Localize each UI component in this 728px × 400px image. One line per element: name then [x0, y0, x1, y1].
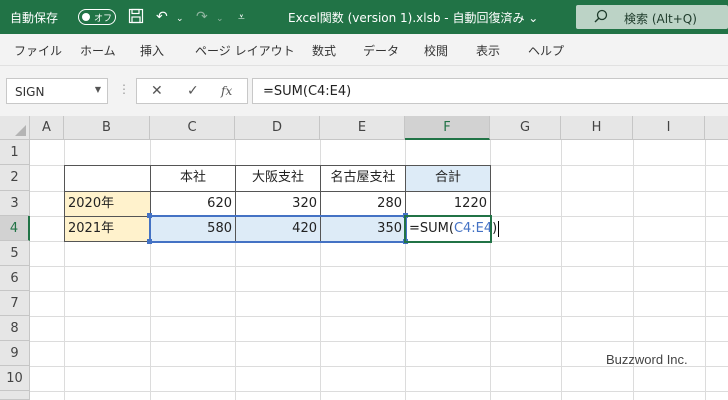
column-header-b[interactable]: B — [64, 116, 150, 140]
row-header-4[interactable]: 4 — [0, 216, 30, 241]
redo-icon[interactable]: ↷ — [196, 8, 208, 26]
save-icon[interactable] — [128, 8, 144, 29]
row-header-3[interactable]: 3 — [0, 191, 30, 216]
toggle-knob — [82, 13, 90, 21]
column-header-e[interactable]: E — [320, 116, 405, 140]
formula-suffix: ) — [492, 221, 498, 236]
cell-b3[interactable]: 2020年 — [65, 192, 150, 216]
column-header-f[interactable]: F — [405, 116, 490, 140]
row-header-7[interactable]: 7 — [0, 291, 30, 316]
row-header-2[interactable]: 2 — [0, 165, 30, 191]
undo-icon[interactable]: ↶ — [156, 8, 168, 26]
cell-b2[interactable] — [65, 166, 150, 191]
formula-text: =SUM(C4:E4) — [263, 84, 352, 99]
row-header-5[interactable]: 5 — [0, 241, 30, 266]
formula-range-ref: C4:E4 — [453, 221, 493, 236]
cell-f2[interactable]: 合計 — [406, 166, 490, 191]
tab-insert[interactable]: 挿入 — [140, 42, 164, 59]
search-icon — [594, 9, 608, 27]
cell-c4[interactable]: 580 — [151, 217, 235, 241]
formula-input[interactable]: =SUM(C4:E4) — [252, 78, 728, 104]
cell-e4[interactable]: 350 — [321, 217, 405, 241]
range-handle[interactable] — [147, 213, 152, 218]
cell-c3[interactable]: 620 — [151, 192, 235, 216]
column-header-a[interactable]: A — [30, 116, 64, 140]
tab-view[interactable]: 表示 — [476, 42, 500, 59]
cell-d2[interactable]: 大阪支社 — [236, 166, 320, 191]
search-box[interactable]: 検索 (Alt+Q) — [576, 5, 728, 29]
row-header-9[interactable]: 9 — [0, 341, 30, 366]
redo-dropdown-icon[interactable]: ⌄ — [216, 10, 224, 28]
range-handle[interactable] — [403, 213, 408, 218]
cell-f3[interactable]: 1220 — [406, 192, 490, 216]
name-box-value: SIGN — [15, 85, 45, 99]
cell-d3[interactable]: 320 — [236, 192, 320, 216]
tab-formulas[interactable]: 数式 — [312, 42, 336, 59]
cell-e3[interactable]: 280 — [321, 192, 405, 216]
row-header-6[interactable]: 6 — [0, 266, 30, 291]
formula-buttons: ✕ ✓ fx — [136, 78, 248, 104]
undo-dropdown-icon[interactable]: ⌄ — [176, 10, 184, 28]
select-all-corner[interactable] — [0, 116, 30, 140]
autosave-label: 自動保存 — [10, 11, 59, 25]
tab-file[interactable]: ファイル — [14, 42, 62, 59]
cell-d4[interactable]: 420 — [236, 217, 320, 241]
name-box[interactable]: SIGN ▼ — [6, 78, 108, 104]
formula-prefix: =SUM( — [409, 221, 454, 236]
cell-c2[interactable]: 本社 — [151, 166, 235, 191]
row-header-8[interactable]: 8 — [0, 316, 30, 341]
column-header-g[interactable]: G — [490, 116, 561, 140]
range-handle[interactable] — [147, 239, 152, 244]
column-header-c[interactable]: C — [150, 116, 235, 140]
autosave-state: オフ — [94, 14, 113, 24]
tab-data[interactable]: データ — [363, 42, 399, 59]
tab-help[interactable]: ヘルプ — [528, 42, 564, 59]
worksheet-grid[interactable]: A B C D E F G H I 1 2 3 4 5 6 7 8 9 10 本… — [0, 116, 728, 400]
cell-f4-editing[interactable]: =SUM(C4:E4) — [406, 217, 500, 241]
range-handle[interactable] — [403, 239, 408, 244]
tab-review[interactable]: 校閲 — [424, 42, 448, 59]
customize-qat-icon[interactable]: ⩡ — [238, 8, 245, 26]
cell-b4[interactable]: 2021年 — [65, 217, 150, 241]
insert-function-icon[interactable]: fx — [221, 84, 232, 98]
window-title[interactable]: Excel関数 (version 1).xlsb - 自動回復済み ⌄ — [288, 9, 538, 26]
text-caret — [498, 220, 500, 237]
title-bar: 自動保存 オフ ↶ ⌄ ↷ ⌄ ⩡ Excel関数 (version 1).xl… — [0, 0, 728, 34]
search-placeholder: 検索 (Alt+Q) — [624, 12, 697, 26]
row-header-1[interactable]: 1 — [0, 140, 30, 165]
tab-page-layout[interactable]: ページ レイアウト — [195, 42, 295, 59]
tab-home[interactable]: ホーム — [80, 42, 116, 59]
formula-bar-grip[interactable]: ⋮ — [118, 82, 130, 96]
formula-bar: SIGN ▼ ⋮ ✕ ✓ fx =SUM(C4:E4) — [0, 66, 728, 116]
column-header-h[interactable]: H — [561, 116, 633, 140]
column-header-i[interactable]: I — [633, 116, 705, 140]
cell-e2[interactable]: 名古屋支社 — [321, 166, 405, 191]
autosave-toggle[interactable]: オフ — [78, 9, 116, 25]
row-header-10[interactable]: 10 — [0, 366, 30, 391]
row-header-11[interactable] — [0, 391, 30, 400]
watermark: Buzzword Inc. — [606, 352, 688, 367]
column-header-d[interactable]: D — [235, 116, 320, 140]
cancel-icon[interactable]: ✕ — [151, 83, 163, 99]
enter-icon[interactable]: ✓ — [187, 83, 199, 99]
column-header-next[interactable] — [705, 116, 728, 140]
ribbon-tabs: ファイル ホーム 挿入 ページ レイアウト 数式 データ 校閲 表示 ヘルプ — [0, 34, 728, 66]
chevron-down-icon[interactable]: ▼ — [95, 85, 101, 94]
